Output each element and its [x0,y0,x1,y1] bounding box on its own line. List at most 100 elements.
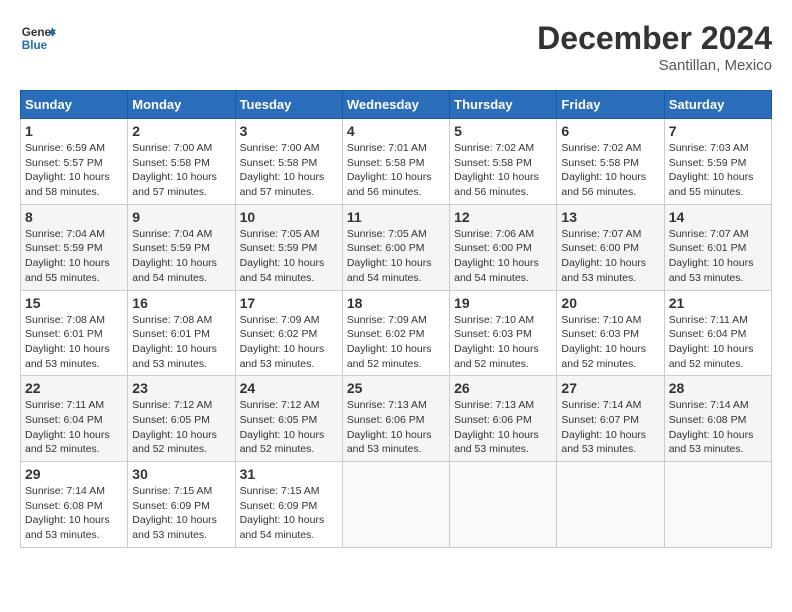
calendar-week-4: 22Sunrise: 7:11 AMSunset: 6:04 PMDayligh… [21,376,772,462]
day-number: 25 [347,380,445,396]
calendar-cell: 19 Sunrise: 7:10 AMSunset: 6:03 PMDayligh… [450,290,557,376]
day-info: Sunrise: 7:08 AMSunset: 6:01 PMDaylight:… [25,313,123,372]
day-number: 5 [454,123,552,139]
day-number: 27 [561,380,659,396]
calendar-cell: 30 Sunrise: 7:15 AMSunset: 6:09 PMDayligh… [128,462,235,548]
calendar-week-2: 8 Sunrise: 7:04 AMSunset: 5:59 PMDaylight… [21,204,772,290]
day-number: 31 [240,466,338,482]
day-info: Sunrise: 7:03 AMSunset: 5:59 PMDaylight:… [669,141,767,200]
calendar-cell: 24Sunrise: 7:12 AMSunset: 6:05 PMDayligh… [235,376,342,462]
calendar-cell: 14 Sunrise: 7:07 AMSunset: 6:01 PMDayligh… [664,204,771,290]
day-info: Sunrise: 7:07 AMSunset: 6:01 PMDaylight:… [669,227,767,286]
day-info: Sunrise: 7:01 AMSunset: 5:58 PMDaylight:… [347,141,445,200]
day-number: 7 [669,123,767,139]
day-number: 29 [25,466,123,482]
location: Santillan, Mexico [537,57,772,74]
day-number: 4 [347,123,445,139]
calendar-cell: 16 Sunrise: 7:08 AMSunset: 6:01 PMDayligh… [128,290,235,376]
weekday-tuesday: Tuesday [235,91,342,119]
weekday-saturday: Saturday [664,91,771,119]
day-info: Sunrise: 7:05 AMSunset: 6:00 PMDaylight:… [347,227,445,286]
day-info: Sunrise: 7:12 AMSunset: 6:05 PMDaylight:… [132,398,230,457]
calendar-cell: 31 Sunrise: 7:15 AMSunset: 6:09 PMDayligh… [235,462,342,548]
day-number: 3 [240,123,338,139]
calendar-cell: 7 Sunrise: 7:03 AMSunset: 5:59 PMDaylight… [664,119,771,205]
calendar-cell: 8 Sunrise: 7:04 AMSunset: 5:59 PMDaylight… [21,204,128,290]
day-info: Sunrise: 7:11 AMSunset: 6:04 PMDaylight:… [669,313,767,372]
weekday-friday: Friday [557,91,664,119]
day-number: 11 [347,209,445,225]
day-number: 23 [132,380,230,396]
month-title: December 2024 [537,20,772,57]
day-info: Sunrise: 7:09 AMSunset: 6:02 PMDaylight:… [240,313,338,372]
logo: General Blue [20,20,56,56]
day-info: Sunrise: 7:06 AMSunset: 6:00 PMDaylight:… [454,227,552,286]
calendar-cell: 18 Sunrise: 7:09 AMSunset: 6:02 PMDayligh… [342,290,449,376]
day-info: Sunrise: 7:10 AMSunset: 6:03 PMDaylight:… [454,313,552,372]
calendar-cell: 22Sunrise: 7:11 AMSunset: 6:04 PMDayligh… [21,376,128,462]
calendar-cell: 13Sunrise: 7:07 AMSunset: 6:00 PMDayligh… [557,204,664,290]
calendar-cell: 17 Sunrise: 7:09 AMSunset: 6:02 PMDayligh… [235,290,342,376]
calendar-cell: 10 Sunrise: 7:05 AMSunset: 5:59 PMDayligh… [235,204,342,290]
calendar-cell: 6Sunrise: 7:02 AMSunset: 5:58 PMDaylight… [557,119,664,205]
calendar-cell [450,462,557,548]
calendar-week-3: 15 Sunrise: 7:08 AMSunset: 6:01 PMDayligh… [21,290,772,376]
page-header: General Blue December 2024 Santillan, Me… [20,20,772,74]
day-info: Sunrise: 7:15 AMSunset: 6:09 PMDaylight:… [132,484,230,543]
day-number: 19 [454,295,552,311]
day-number: 26 [454,380,552,396]
day-number: 17 [240,295,338,311]
day-info: Sunrise: 7:13 AMSunset: 6:06 PMDaylight:… [454,398,552,457]
calendar-cell: 29 Sunrise: 7:14 AMSunset: 6:08 PMDayligh… [21,462,128,548]
day-number: 9 [132,209,230,225]
day-info: Sunrise: 7:02 AMSunset: 5:58 PMDaylight:… [454,141,552,200]
day-info: Sunrise: 6:59 AMSunset: 5:57 PMDaylight:… [25,141,123,200]
calendar-cell: 25Sunrise: 7:13 AMSunset: 6:06 PMDayligh… [342,376,449,462]
day-number: 12 [454,209,552,225]
weekday-wednesday: Wednesday [342,91,449,119]
day-info: Sunrise: 7:14 AMSunset: 6:08 PMDaylight:… [669,398,767,457]
day-info: Sunrise: 7:10 AMSunset: 6:03 PMDaylight:… [561,313,659,372]
day-number: 18 [347,295,445,311]
calendar-cell [664,462,771,548]
day-number: 6 [561,123,659,139]
day-info: Sunrise: 7:11 AMSunset: 6:04 PMDaylight:… [25,398,123,457]
calendar-body: 1Sunrise: 6:59 AMSunset: 5:57 PMDaylight… [21,119,772,548]
day-info: Sunrise: 7:14 AMSunset: 6:07 PMDaylight:… [561,398,659,457]
calendar-week-1: 1Sunrise: 6:59 AMSunset: 5:57 PMDaylight… [21,119,772,205]
day-info: Sunrise: 7:00 AMSunset: 5:58 PMDaylight:… [132,141,230,200]
day-info: Sunrise: 7:14 AMSunset: 6:08 PMDaylight:… [25,484,123,543]
day-info: Sunrise: 7:07 AMSunset: 6:00 PMDaylight:… [561,227,659,286]
day-info: Sunrise: 7:08 AMSunset: 6:01 PMDaylight:… [132,313,230,372]
day-number: 8 [25,209,123,225]
day-number: 24 [240,380,338,396]
day-number: 16 [132,295,230,311]
day-number: 20 [561,295,659,311]
day-number: 15 [25,295,123,311]
day-info: Sunrise: 7:09 AMSunset: 6:02 PMDaylight:… [347,313,445,372]
logo-icon: General Blue [20,20,56,56]
day-number: 2 [132,123,230,139]
calendar-table: SundayMondayTuesdayWednesdayThursdayFrid… [20,90,772,548]
weekday-header-row: SundayMondayTuesdayWednesdayThursdayFrid… [21,91,772,119]
calendar-cell: 27 Sunrise: 7:14 AMSunset: 6:07 PMDayligh… [557,376,664,462]
calendar-week-5: 29 Sunrise: 7:14 AMSunset: 6:08 PMDayligh… [21,462,772,548]
calendar-cell: 23 Sunrise: 7:12 AMSunset: 6:05 PMDayligh… [128,376,235,462]
calendar-cell: 2 Sunrise: 7:00 AMSunset: 5:58 PMDaylight… [128,119,235,205]
day-info: Sunrise: 7:15 AMSunset: 6:09 PMDaylight:… [240,484,338,543]
day-number: 14 [669,209,767,225]
day-info: Sunrise: 7:05 AMSunset: 5:59 PMDaylight:… [240,227,338,286]
calendar-cell: 28Sunrise: 7:14 AMSunset: 6:08 PMDayligh… [664,376,771,462]
calendar-cell: 3Sunrise: 7:00 AMSunset: 5:58 PMDaylight… [235,119,342,205]
calendar-cell: 11 Sunrise: 7:05 AMSunset: 6:00 PMDayligh… [342,204,449,290]
calendar-cell: 12 Sunrise: 7:06 AMSunset: 6:00 PMDayligh… [450,204,557,290]
calendar-cell: 26 Sunrise: 7:13 AMSunset: 6:06 PMDayligh… [450,376,557,462]
day-info: Sunrise: 7:04 AMSunset: 5:59 PMDaylight:… [25,227,123,286]
calendar-cell: 9 Sunrise: 7:04 AMSunset: 5:59 PMDaylight… [128,204,235,290]
day-number: 30 [132,466,230,482]
weekday-sunday: Sunday [21,91,128,119]
weekday-thursday: Thursday [450,91,557,119]
day-number: 10 [240,209,338,225]
calendar-cell: 4 Sunrise: 7:01 AMSunset: 5:58 PMDaylight… [342,119,449,205]
day-info: Sunrise: 7:04 AMSunset: 5:59 PMDaylight:… [132,227,230,286]
